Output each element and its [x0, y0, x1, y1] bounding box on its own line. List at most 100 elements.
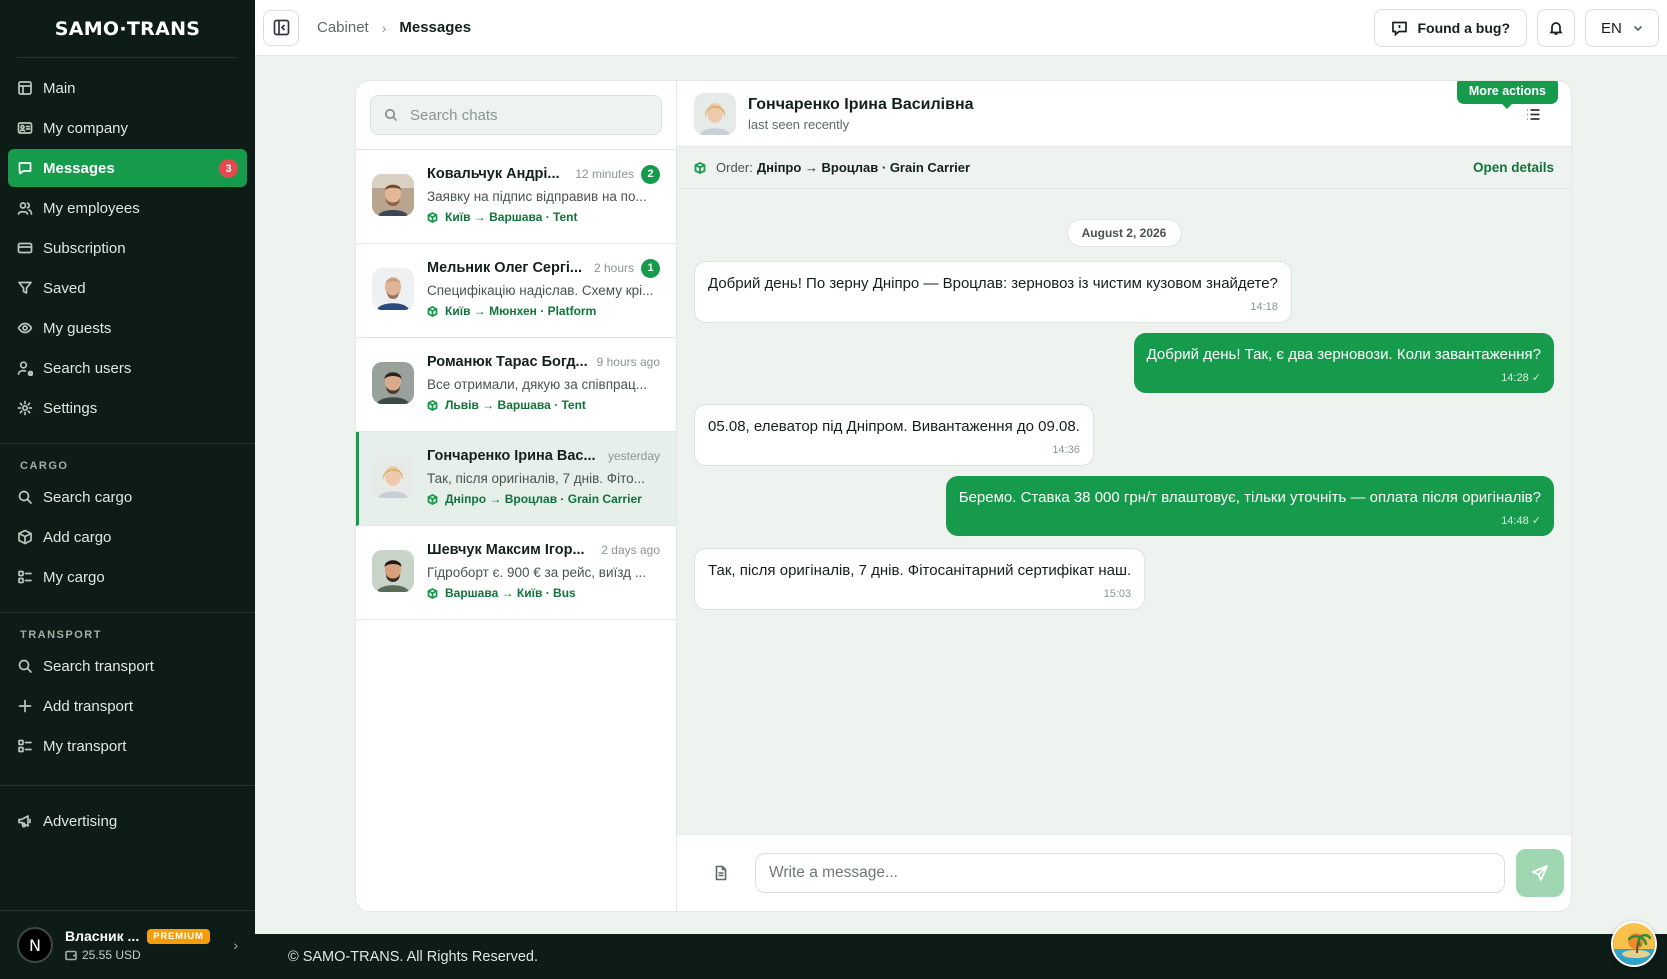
section-title-transport: TRANSPORT: [20, 629, 102, 641]
report-bug-label: Found a bug?: [1417, 20, 1510, 36]
chat-container: Ковальчук Андрі... 12 minutes 2 Заявку н…: [355, 80, 1572, 912]
send-button[interactable]: [1516, 849, 1564, 897]
conversation-item-active[interactable]: Гончаренко Ірина Вас... yesterday Так, п…: [356, 432, 676, 526]
message-incoming: Добрий день! По зерну Дніпро — Вроцлав: …: [694, 261, 1292, 324]
message-composer: [677, 834, 1571, 911]
sidebar-item-my-guests[interactable]: My guests: [8, 309, 247, 347]
chevron-down-icon: [1633, 25, 1643, 32]
message-incoming: 05.08, елеватор під Дніпром. Вивантаженн…: [694, 404, 1094, 467]
notifications-button[interactable]: [1537, 9, 1575, 47]
chat-search-input[interactable]: [410, 106, 630, 124]
conversation-preview: Заявку на підпис відправив на по...: [427, 189, 647, 204]
order-label: Order:: [716, 160, 753, 175]
conversation-body: Романюк Тарас Богд... 9 hours ago Все от…: [427, 352, 660, 431]
conversation-item[interactable]: Мельник Олег Сергі... 2 hours 1 Специфік…: [356, 244, 676, 338]
sidebar-item-messages[interactable]: Messages 3: [8, 149, 247, 187]
conversation-body: Гончаренко Ірина Вас... yesterday Так, п…: [427, 446, 660, 525]
sidebar-item-search-transport[interactable]: Search transport: [8, 647, 247, 685]
sidebar-item-add-cargo[interactable]: Add cargo: [8, 518, 247, 556]
sidebar-item-settings[interactable]: Settings: [8, 389, 247, 427]
collapse-sidebar-button[interactable]: [263, 9, 299, 46]
box-icon: [427, 493, 438, 505]
sidebar-item-label: Settings: [43, 399, 98, 417]
topbar: Cabinet › Messages Found a bug? EN: [255, 0, 1667, 56]
contact-info: Гончаренко Ірина Василівна last seen rec…: [748, 96, 974, 132]
send-icon: [1532, 865, 1548, 881]
breadcrumb-cabinet[interactable]: Cabinet: [317, 19, 369, 36]
search-icon: [17, 658, 33, 674]
conversation-name: Ковальчук Андрі...: [427, 166, 560, 182]
message-text: Добрий день! Так, є два зерновози. Коли …: [1146, 346, 1541, 363]
avatar: [372, 268, 414, 310]
conversation-route: Варшава → Київ · Bus: [427, 586, 660, 600]
box-icon: [427, 305, 438, 317]
conversation-time: 2 days ago: [601, 543, 660, 557]
sidebar-item-my-transport[interactable]: My transport: [8, 727, 247, 765]
chevron-right-icon: ›: [233, 937, 238, 953]
list-icon: [17, 569, 33, 585]
open-details-link[interactable]: Open details: [1473, 160, 1554, 175]
message-time: 15:03: [1103, 588, 1132, 600]
conversation-item[interactable]: Шевчук Максим Ігор... 2 days ago Гідробо…: [356, 526, 676, 620]
report-bug-button[interactable]: Found a bug?: [1374, 9, 1527, 47]
conversation-route-text: Київ → Мюнхен · Platform: [445, 304, 597, 318]
id-card-icon: [17, 120, 33, 136]
sidebar-item-search-users[interactable]: Search users: [8, 349, 247, 387]
language-select[interactable]: EN: [1585, 9, 1659, 47]
attach-file-button[interactable]: [702, 854, 740, 892]
sidebar-item-saved[interactable]: Saved: [8, 269, 247, 307]
conversation-head: Мельник Олег Сергі... 2 hours 1: [427, 258, 660, 278]
breadcrumb-separator-icon: ›: [381, 19, 387, 36]
box-icon: [427, 211, 438, 223]
promo-island-icon[interactable]: [1611, 921, 1657, 967]
conversation-head: Романюк Тарас Богд... 9 hours ago: [427, 352, 660, 372]
conversation-item[interactable]: Романюк Тарас Богд... 9 hours ago Все от…: [356, 338, 676, 432]
sidebar-item-label: My transport: [43, 737, 127, 755]
sidebar-item-label: Messages: [43, 159, 115, 177]
sidebar-item-my-employees[interactable]: My employees: [8, 189, 247, 227]
sidebar-item-label: My guests: [43, 319, 112, 337]
conversation-name: Гончаренко Ірина Вас...: [427, 448, 596, 464]
message-incoming: Так, після оригіналів, 7 днів. Фітосаніт…: [694, 548, 1146, 611]
box-icon: [694, 161, 706, 174]
sidebar-item-add-transport[interactable]: Add transport: [8, 687, 247, 725]
conversation-route: Київ → Варшава · Tent: [427, 210, 660, 224]
sidebar-item-label: Add cargo: [43, 528, 112, 546]
sidebar-item-subscription[interactable]: Subscription: [8, 229, 247, 267]
sidebar-item-my-cargo[interactable]: My cargo: [8, 558, 247, 596]
conversation-route: Львів → Варшава · Tent: [427, 398, 660, 412]
conversation-head: Ковальчук Андрі... 12 minutes 2: [427, 164, 660, 184]
sidebar-item-label: Advertising: [43, 812, 118, 830]
conversation-time: 2 hours: [593, 261, 634, 275]
conversation-preview: Специфікацію надіслав. Схему крі...: [427, 283, 654, 298]
sidebar-item-label: My employees: [43, 199, 140, 217]
conversation-item[interactable]: Ковальчук Андрі... 12 minutes 2 Заявку н…: [356, 150, 676, 244]
conversation-route-text: Варшава → Київ · Bus: [445, 586, 576, 600]
language-value: EN: [1601, 19, 1622, 37]
avatar: N: [17, 927, 53, 963]
message-text: 05.08, елеватор під Дніпром. Вивантаженн…: [708, 418, 1080, 435]
conversation-time: yesterday: [607, 449, 660, 463]
sidebar-item-main[interactable]: Main: [8, 69, 247, 107]
conversation-preview: Гідроборт є. 900 € за рейс, виїзд ...: [427, 565, 647, 580]
footer: © SAMO-TRANS. All Rights Reserved.: [255, 934, 1667, 979]
message-text: Беремо. Ставка 38 000 грн/т влаштовує, т…: [958, 489, 1541, 506]
chat-search-field[interactable]: [370, 95, 662, 135]
conversation-body: Ковальчук Андрі... 12 minutes 2 Заявку н…: [427, 164, 660, 243]
message-input[interactable]: [755, 853, 1505, 893]
conversation-preview: Все отримали, дякую за співпрац...: [427, 377, 648, 392]
brand-logo[interactable]: SAMO·TRANS: [0, 0, 255, 57]
user-name-row: Власник ... PREMIUM: [65, 928, 233, 944]
message-outgoing: Добрий день! Так, є два зерновози. Коли …: [1133, 333, 1554, 394]
more-actions-button[interactable]: More actions: [1456, 81, 1558, 126]
sidebar-item-search-cargo[interactable]: Search cargo: [8, 478, 247, 516]
bell-icon: [1549, 22, 1563, 35]
sidebar-item-advertising[interactable]: Advertising: [8, 802, 247, 840]
megaphone-icon: [17, 813, 33, 829]
date-separator: August 2, 2026: [1066, 219, 1182, 247]
sidebar-item-my-company[interactable]: My company: [8, 109, 247, 147]
conversation-body: Мельник Олег Сергі... 2 hours 1 Специфік…: [427, 258, 660, 337]
user-panel[interactable]: N Власник ... PREMIUM 25.55 USD ›: [0, 910, 255, 979]
sidebar-item-label: My company: [43, 119, 129, 137]
balance-value: 25.55 USD: [82, 948, 141, 962]
